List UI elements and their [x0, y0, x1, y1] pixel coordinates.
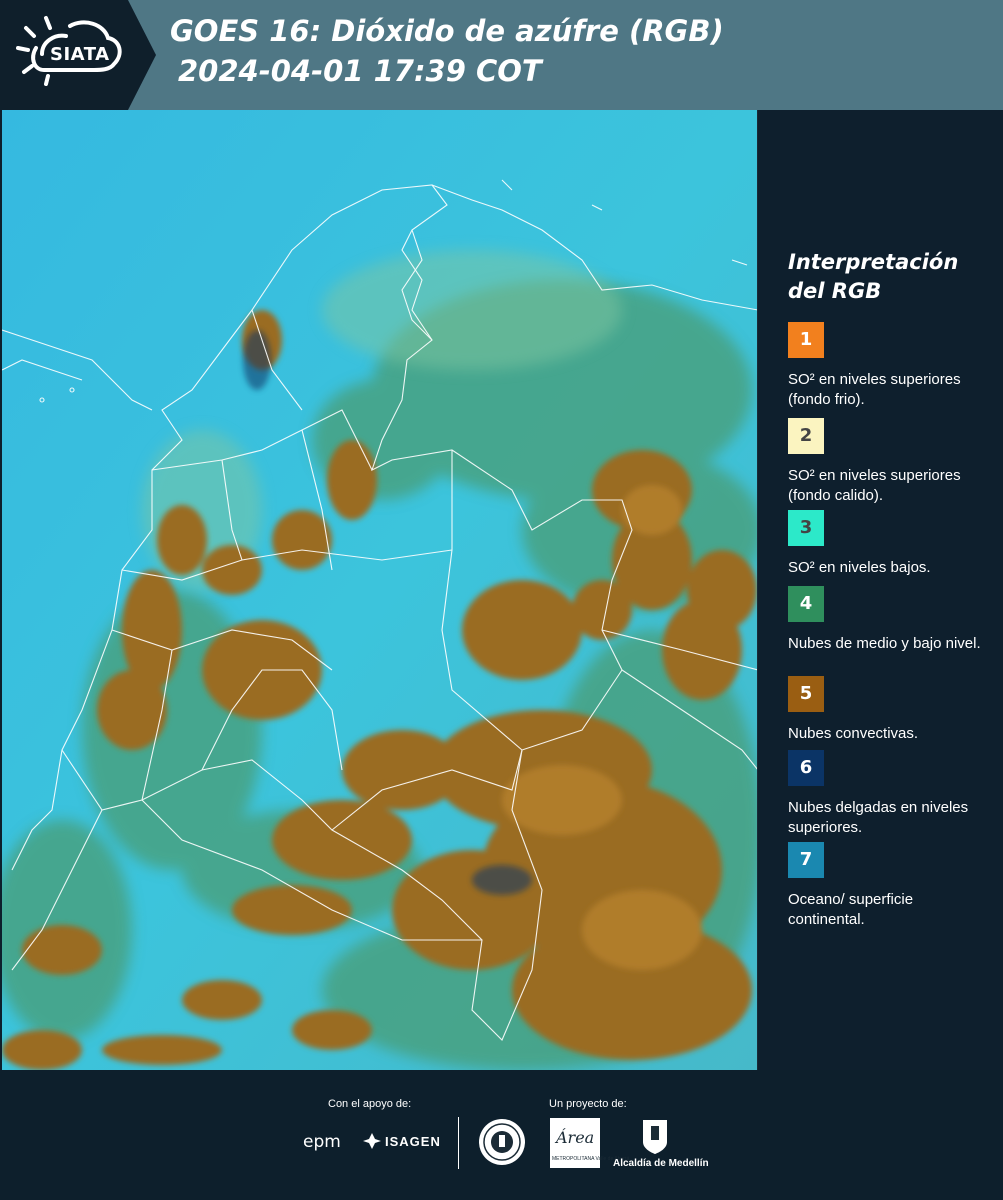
- legend-label: Nubes delgadas en niveles superiores.: [788, 799, 969, 836]
- legend-label: SO² en niveles bajos.: [788, 559, 931, 576]
- map-image: [2, 110, 758, 1070]
- medellin-seal-icon: [479, 1119, 525, 1165]
- epm-logo: epm: [303, 1132, 341, 1152]
- legend-label: Nubes convectivas.: [788, 725, 919, 742]
- legend-label: SO² en niveles superiores (fondo frio).: [788, 371, 961, 408]
- legend-swatch: 3: [788, 510, 824, 546]
- footer-divider: [458, 1117, 459, 1169]
- legend-swatch: 2: [788, 418, 824, 454]
- project-label: Un proyecto de:: [549, 1098, 627, 1110]
- support-label: Con el apoyo de:: [328, 1098, 412, 1110]
- satellite-rgb-map: [2, 110, 758, 1070]
- isagen-logo: ISAGEN: [385, 1134, 441, 1149]
- legend-item-3: 3 SO² en niveles bajos.: [788, 510, 993, 578]
- page-timestamp: 2024-04-01 17:39 COT: [178, 54, 542, 88]
- footer: Con el apoyo de: Un proyecto de: epm ISA…: [0, 1070, 1003, 1200]
- legend-item-7: 7 Oceano/ superficie continental.: [788, 842, 993, 930]
- legend-item-1: 1 SO² en niveles superiores (fondo frio)…: [788, 322, 993, 410]
- legend-item-5: 5 Nubes convectivas.: [788, 676, 993, 744]
- legend-swatch: 4: [788, 586, 824, 622]
- area-metropolitana-title: Área: [556, 1128, 595, 1147]
- alcaldia-shield-icon: [643, 1120, 667, 1154]
- legend-swatch: 7: [788, 842, 824, 878]
- page-title: GOES 16: Dióxido de azúfre (RGB): [170, 14, 724, 48]
- legend-title: Interpretación del RGB: [788, 250, 959, 303]
- legend-swatch: 6: [788, 750, 824, 786]
- legend-panel: Interpretación del RGB 1 SO² en niveles …: [758, 110, 1003, 1070]
- legend-swatch: 1: [788, 322, 824, 358]
- isagen-icon: [363, 1133, 381, 1149]
- siata-logo: SIATA: [0, 0, 128, 110]
- legend-label: Nubes de medio y bajo nivel.: [788, 635, 981, 652]
- legend-label: Oceano/ superficie continental.: [788, 891, 914, 928]
- logo-arrow-shape: [128, 0, 156, 110]
- legend-item-2: 2 SO² en niveles superiores (fondo calid…: [788, 418, 993, 506]
- logo-text: SIATA: [50, 44, 110, 65]
- alcaldia-logo-text: Alcaldía de Medellín: [613, 1158, 709, 1169]
- header-bar: SIATA GOES 16: Dióxido de azúfre (RGB) 2…: [0, 0, 1003, 110]
- legend-swatch: 5: [788, 676, 824, 712]
- legend-item-6: 6 Nubes delgadas en niveles superiores.: [788, 750, 993, 838]
- legend-label: SO² en niveles superiores (fondo calido)…: [788, 467, 961, 504]
- legend-item-4: 4 Nubes de medio y bajo nivel.: [788, 586, 993, 654]
